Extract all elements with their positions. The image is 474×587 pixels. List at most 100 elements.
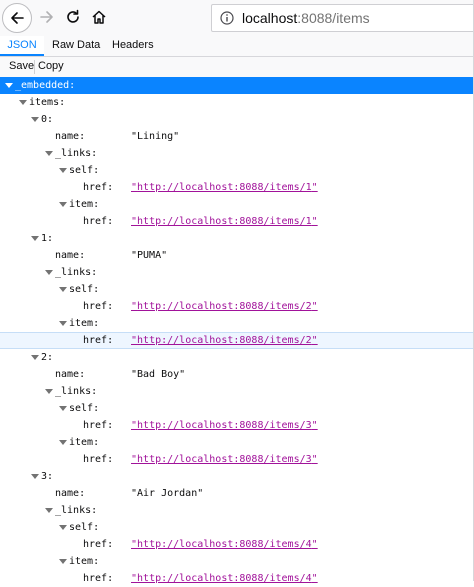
reload-icon [67,9,79,23]
tree-key: href: [83,573,114,584]
home-icon [92,10,106,24]
href-link-text[interactable]: http://localhost:8088/items/4 [137,573,312,584]
tree-row-self[interactable]: self: [0,162,474,179]
tree-key: item: [69,199,100,210]
tree-row-links[interactable]: _links: [0,383,474,400]
tree-key: self: [69,403,100,414]
tree-row-index[interactable]: 2: [0,349,474,366]
href-link-text[interactable]: http://localhost:8088/items/3 [137,454,312,465]
expand-triangle-icon[interactable] [59,525,67,530]
href-link[interactable]: "http://localhost:8088/items/1" [131,179,318,196]
tree-key: _links: [55,386,98,397]
expand-triangle-icon[interactable] [59,287,67,292]
tree-key: self: [69,284,100,295]
href-link[interactable]: "http://localhost:8088/items/3" [131,451,318,468]
arrow-left-icon [11,12,24,24]
href-link[interactable]: "http://localhost:8088/items/4" [131,536,318,553]
tree-row-links[interactable]: _links: [0,264,474,281]
tree-row-href[interactable]: href: "http://localhost:8088/items/4" [0,536,474,553]
tree-row-self[interactable]: self: [0,281,474,298]
tree-row-href[interactable]: href: "http://localhost:8088/items/2" [0,332,474,349]
tree-row-self[interactable]: self: [0,519,474,536]
tree-row-item[interactable]: item: [0,553,474,570]
expand-triangle-icon[interactable] [59,559,67,564]
href-link-text[interactable]: http://localhost:8088/items/4 [137,539,312,550]
expand-triangle-icon[interactable] [5,83,13,88]
tree-key: self: [69,165,100,176]
tree-key: href: [83,335,114,346]
address-bar[interactable]: localhost:8088/items [211,4,474,32]
expand-triangle-icon[interactable] [59,440,67,445]
tree-row-item[interactable]: item: [0,315,474,332]
tree-value: "Lining" [131,131,180,142]
expand-triangle-icon[interactable] [31,117,39,122]
expand-triangle-icon[interactable] [45,270,53,275]
back-button[interactable] [2,3,32,33]
tree-key: 2: [41,352,54,363]
tree-value: "Bad Boy" [131,369,186,380]
tree-key: name: [55,131,86,142]
tree-row-embedded[interactable]: _embedded: [0,77,474,94]
expand-triangle-icon[interactable] [59,168,67,173]
expand-triangle-icon[interactable] [31,355,39,360]
href-link-text[interactable]: http://localhost:8088/items/2 [137,301,312,312]
viewer-tabs: JSON Raw Data Headers [0,36,474,57]
tree-row-href[interactable]: href: "http://localhost:8088/items/3" [0,451,474,468]
tree-key: href: [83,182,114,193]
href-link-text[interactable]: http://localhost:8088/items/3 [137,420,312,431]
tree-key: self: [69,522,100,533]
tree-row-item[interactable]: item: [0,196,474,213]
tab-json[interactable]: JSON [0,36,44,56]
href-link[interactable]: "http://localhost:8088/items/2" [131,298,318,315]
href-link-text[interactable]: http://localhost:8088/items/1 [137,182,312,193]
expand-triangle-icon[interactable] [31,236,39,241]
tree-row-links[interactable]: _links: [0,145,474,162]
tree-row-name[interactable]: name: "Lining" [0,128,474,145]
tab-raw-data[interactable]: Raw Data [52,36,100,56]
href-link[interactable]: "http://localhost:8088/items/4" [131,570,318,587]
tree-row-href[interactable]: href: "http://localhost:8088/items/3" [0,417,474,434]
tree-row-href[interactable]: href: "http://localhost:8088/items/2" [0,298,474,315]
tree-key: href: [83,454,114,465]
tree-row-links[interactable]: _links: [0,502,474,519]
tree-row-name[interactable]: name: "PUMA" [0,247,474,264]
tree-row-item[interactable]: item: [0,434,474,451]
tree-row-index[interactable]: 1: [0,230,474,247]
href-link[interactable]: "http://localhost:8088/items/2" [131,333,318,348]
tree-row-name[interactable]: name: "Bad Boy" [0,366,474,383]
href-link[interactable]: "http://localhost:8088/items/1" [131,213,318,230]
copy-button[interactable]: Copy [38,57,64,77]
url-text: localhost:8088/items [242,10,370,26]
tree-key: item: [69,318,100,329]
tab-headers[interactable]: Headers [112,36,154,56]
tree-value: "PUMA" [131,250,168,261]
tree-row-index[interactable]: 3: [0,468,474,485]
expand-triangle-icon[interactable] [45,151,53,156]
expand-triangle-icon[interactable] [59,321,67,326]
tree-row-name[interactable]: name: "Air Jordan" [0,485,474,502]
tree-key: _links: [55,267,98,278]
expand-triangle-icon[interactable] [31,474,39,479]
tree-key: item: [69,437,100,448]
tree-key: name: [55,369,86,380]
tree-key: href: [83,301,114,312]
browser-toolbar: localhost:8088/items [0,0,474,37]
tree-row-href[interactable]: href: "http://localhost:8088/items/1" [0,213,474,230]
tree-row-items[interactable]: items: [0,94,474,111]
tree-row-self[interactable]: self: [0,400,474,417]
tree-key: href: [83,216,114,227]
expand-triangle-icon[interactable] [45,508,53,513]
tree-row-href[interactable]: href: "http://localhost:8088/items/4" [0,570,474,587]
href-link-text[interactable]: http://localhost:8088/items/2 [137,335,312,346]
expand-triangle-icon[interactable] [59,406,67,411]
tree-row-index[interactable]: 0: [0,111,474,128]
save-button[interactable]: Save [9,57,34,77]
expand-triangle-icon[interactable] [19,100,27,105]
tree-row-href[interactable]: href: "http://localhost:8088/items/1" [0,179,474,196]
expand-triangle-icon[interactable] [45,389,53,394]
href-link-text[interactable]: http://localhost:8088/items/1 [137,216,312,227]
info-icon[interactable] [220,11,234,25]
home-button[interactable] [84,2,114,32]
expand-triangle-icon[interactable] [59,202,67,207]
href-link[interactable]: "http://localhost:8088/items/3" [131,417,318,434]
